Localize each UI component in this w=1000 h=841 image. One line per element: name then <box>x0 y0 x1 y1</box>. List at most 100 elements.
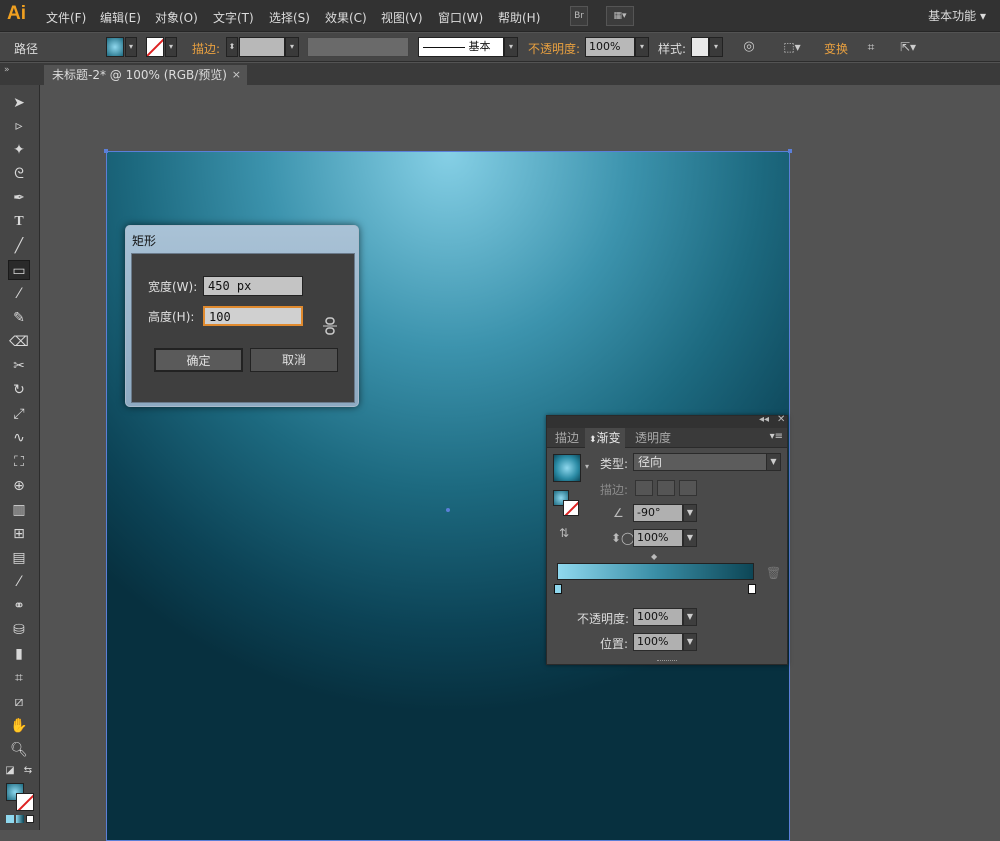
stroke-weight-field[interactable] <box>239 37 285 57</box>
brush-definition[interactable]: 基本 <box>418 37 504 57</box>
anchor-point[interactable] <box>104 149 108 153</box>
midpoint-diamond-icon[interactable]: ◆ <box>651 552 657 561</box>
hand-tool-icon[interactable]: ✋ <box>8 716 30 736</box>
align-icon[interactable]: ⬚▾ <box>778 37 806 57</box>
workspace-switcher[interactable]: 基本功能 ▾ <box>928 7 986 24</box>
width-input[interactable]: 450 px <box>203 276 303 296</box>
none-mode-icon[interactable] <box>26 815 34 823</box>
line-tool-icon[interactable]: ╱ <box>8 236 30 256</box>
center-point[interactable] <box>446 508 450 512</box>
anchor-point[interactable] <box>788 149 792 153</box>
paintbrush-tool-icon[interactable]: ⁄ <box>8 284 30 304</box>
stroke-swatch[interactable] <box>146 37 164 57</box>
mesh-tool-icon[interactable]: ⊞ <box>8 524 30 544</box>
recolor-icon[interactable]: ◎ <box>740 37 758 57</box>
collapse-toolbar-icon[interactable]: » <box>4 65 10 75</box>
panel-menu-icon[interactable]: ▾≡ <box>770 431 783 442</box>
default-colors-icon[interactable]: ◪ <box>4 761 16 781</box>
shape-builder-tool-icon[interactable]: ⊕ <box>8 476 30 496</box>
brush-dropdown-icon[interactable]: ▾ <box>504 37 518 57</box>
column-graph-tool-icon[interactable]: ▮ <box>8 644 30 664</box>
bridge-button[interactable]: Br <box>570 6 588 26</box>
transform-label[interactable]: 变换 <box>824 40 848 57</box>
isolate-icon[interactable]: ⌗ <box>862 37 880 57</box>
selection-tool-icon[interactable]: ➤ <box>8 93 30 113</box>
cancel-button[interactable]: 取消 <box>250 348 338 372</box>
lasso-tool-icon[interactable]: ᘓ <box>8 164 30 184</box>
menu-select[interactable]: 选择(S) <box>269 9 310 26</box>
stroke-weight-stepper[interactable]: ⬍ <box>226 37 238 57</box>
color-mode-icon[interactable] <box>6 815 14 823</box>
stroke-gradient-box[interactable] <box>563 500 579 516</box>
gradient-stop-end[interactable] <box>748 584 756 594</box>
eyedropper-tool-icon[interactable]: ⁄ <box>8 572 30 592</box>
magic-wand-tool-icon[interactable]: ✦ <box>8 140 30 160</box>
stroke-weight-dropdown-icon[interactable]: ▾ <box>285 37 299 57</box>
tab-transparency[interactable]: 透明度 <box>631 428 675 448</box>
artboard-tool-icon[interactable]: ⌗ <box>8 668 30 688</box>
scale-tool-icon[interactable]: ⤢ <box>8 404 30 424</box>
location-field[interactable]: 100% ▼ <box>633 633 697 651</box>
swap-colors-icon[interactable]: ⇆ <box>22 761 34 781</box>
warp-tool-icon[interactable]: ∿ <box>8 428 30 448</box>
gradient-mode-icon[interactable] <box>16 815 24 823</box>
height-input[interactable]: 100 <box>203 306 303 326</box>
stroke-weight-label[interactable]: 描边: <box>192 40 220 57</box>
rotate-tool-icon[interactable]: ↻ <box>8 380 30 400</box>
graphic-style-swatch[interactable] <box>691 37 709 57</box>
collapse-panel-icon[interactable]: ◂◂ <box>759 414 769 425</box>
type-select[interactable]: 径向 ▼ <box>633 453 781 471</box>
arrange-documents-button[interactable]: ▦▾ <box>606 6 634 26</box>
aspect-ratio-field[interactable]: 100% ▼ <box>633 529 697 547</box>
stroke-dropdown-icon[interactable]: ▾ <box>165 37 177 57</box>
opacity-dropdown-icon[interactable]: ▾ <box>635 37 649 57</box>
menu-window[interactable]: 窗口(W) <box>438 9 483 26</box>
gradient-tool-icon[interactable]: ▤ <box>8 548 30 568</box>
gradient-preview[interactable] <box>553 454 581 482</box>
opacity-label[interactable]: 不透明度: <box>528 40 580 57</box>
fill-swatch[interactable] <box>106 37 124 57</box>
menu-type[interactable]: 文字(T) <box>213 9 254 26</box>
type-tool-icon[interactable]: T <box>8 212 30 232</box>
menu-effect[interactable]: 效果(C) <box>325 9 367 26</box>
reverse-gradient-icon[interactable]: ⇅ <box>559 526 569 540</box>
style-dropdown-icon[interactable]: ▾ <box>709 37 723 57</box>
menu-edit[interactable]: 编辑(E) <box>100 9 141 26</box>
stop-opacity-field[interactable]: 100% ▼ <box>633 608 697 626</box>
slice-tool-icon[interactable]: ⧄ <box>8 692 30 712</box>
tab-stroke[interactable]: 描边 <box>551 428 583 448</box>
variable-width-profile[interactable] <box>307 37 409 57</box>
symbol-sprayer-tool-icon[interactable]: ⛁ <box>8 620 30 640</box>
opacity-field[interactable]: 100% <box>585 37 635 57</box>
control-options-icon[interactable]: ⇱▾ <box>892 37 924 57</box>
panel-header[interactable]: ◂◂ ✕ <box>547 414 787 428</box>
direct-selection-tool-icon[interactable]: ▹ <box>8 116 30 136</box>
scissors-tool-icon[interactable]: ✂ <box>8 356 30 376</box>
pen-tool-icon[interactable]: ✒ <box>8 188 30 208</box>
blend-tool-icon[interactable]: ⚭ <box>8 596 30 616</box>
ok-button[interactable]: 确定 <box>154 348 243 372</box>
angle-field[interactable]: -90° ▼ <box>633 504 697 522</box>
menu-object[interactable]: 对象(O) <box>155 9 198 26</box>
apply-along-stroke-icon[interactable] <box>657 480 675 496</box>
apply-within-stroke-icon[interactable] <box>635 480 653 496</box>
panel-resize-handle[interactable] <box>657 660 677 663</box>
gradient-slider[interactable] <box>557 563 754 580</box>
document-tab[interactable]: 未标题-2* @ 100% (RGB/预览) × <box>44 65 247 85</box>
apply-across-stroke-icon[interactable] <box>679 480 697 496</box>
free-transform-tool-icon[interactable]: ⛶ <box>8 452 30 472</box>
close-tab-icon[interactable]: × <box>232 65 241 85</box>
blob-brush-tool-icon[interactable]: ⌫ <box>8 332 30 352</box>
zoom-tool-icon[interactable]: 🔍︎ <box>8 740 30 760</box>
menu-help[interactable]: 帮助(H) <box>498 9 540 26</box>
tab-gradient[interactable]: ⬍渐变 <box>585 428 625 448</box>
menu-file[interactable]: 文件(F) <box>46 9 86 26</box>
menu-view[interactable]: 视图(V) <box>381 9 423 26</box>
constrain-proportions-icon[interactable] <box>322 317 338 335</box>
fill-dropdown-icon[interactable]: ▾ <box>125 37 137 57</box>
gradient-preset-dropdown-icon[interactable]: ▾ <box>585 462 589 471</box>
gradient-stop-start[interactable] <box>554 584 562 594</box>
close-panel-icon[interactable]: ✕ <box>777 414 785 425</box>
stroke-color-box[interactable] <box>16 793 34 811</box>
pencil-tool-icon[interactable]: ✎ <box>8 308 30 328</box>
